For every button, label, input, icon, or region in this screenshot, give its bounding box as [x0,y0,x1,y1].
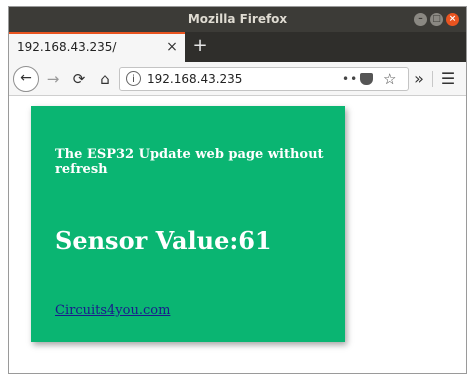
title-bar: Mozilla Firefox – □ × [9,7,466,32]
back-button[interactable]: ← [13,66,39,92]
site-info-icon[interactable]: i [126,71,141,86]
close-window-button[interactable]: × [446,13,459,26]
new-tab-button[interactable]: + [189,35,211,57]
home-button[interactable]: ⌂ [93,67,117,91]
hamburger-menu-icon[interactable]: ☰ [436,67,460,91]
pocket-icon[interactable] [360,73,373,85]
browser-window: Mozilla Firefox – □ × 192.168.43.235/ × … [8,6,467,374]
page-content: The ESP32 Update web page without refres… [9,96,466,373]
overflow-menu-button[interactable]: » [407,67,431,91]
toolbar-separator [432,71,433,87]
minimize-button[interactable]: – [414,13,427,26]
sensor-card: The ESP32 Update web page without refres… [31,106,345,342]
circuits4you-link[interactable]: Circuits4you.com [55,303,170,318]
sensor-readout: Sensor Value:61 [55,226,272,255]
sensor-value: 61 [238,226,272,255]
close-tab-icon[interactable]: × [163,38,181,56]
sensor-label: Sensor Value: [55,226,239,255]
tab-active[interactable]: 192.168.43.235/ × [9,32,185,62]
url-bar[interactable]: i 192.168.43.235 ••• ☆ [119,67,409,91]
reload-button[interactable]: ⟳ [67,67,91,91]
forward-button[interactable]: → [41,67,65,91]
tab-bar: 192.168.43.235/ × + [9,32,466,62]
bookmark-star-icon[interactable]: ☆ [383,68,396,90]
tab-title: 192.168.43.235/ [17,40,117,54]
window-title: Mozilla Firefox [187,12,288,26]
url-text[interactable]: 192.168.43.235 [147,68,242,90]
navigation-toolbar: ← → ⟳ ⌂ i 192.168.43.235 ••• ☆ » ☰ [9,62,466,96]
maximize-button[interactable]: □ [430,13,443,26]
page-heading: The ESP32 Update web page without refres… [55,147,324,177]
